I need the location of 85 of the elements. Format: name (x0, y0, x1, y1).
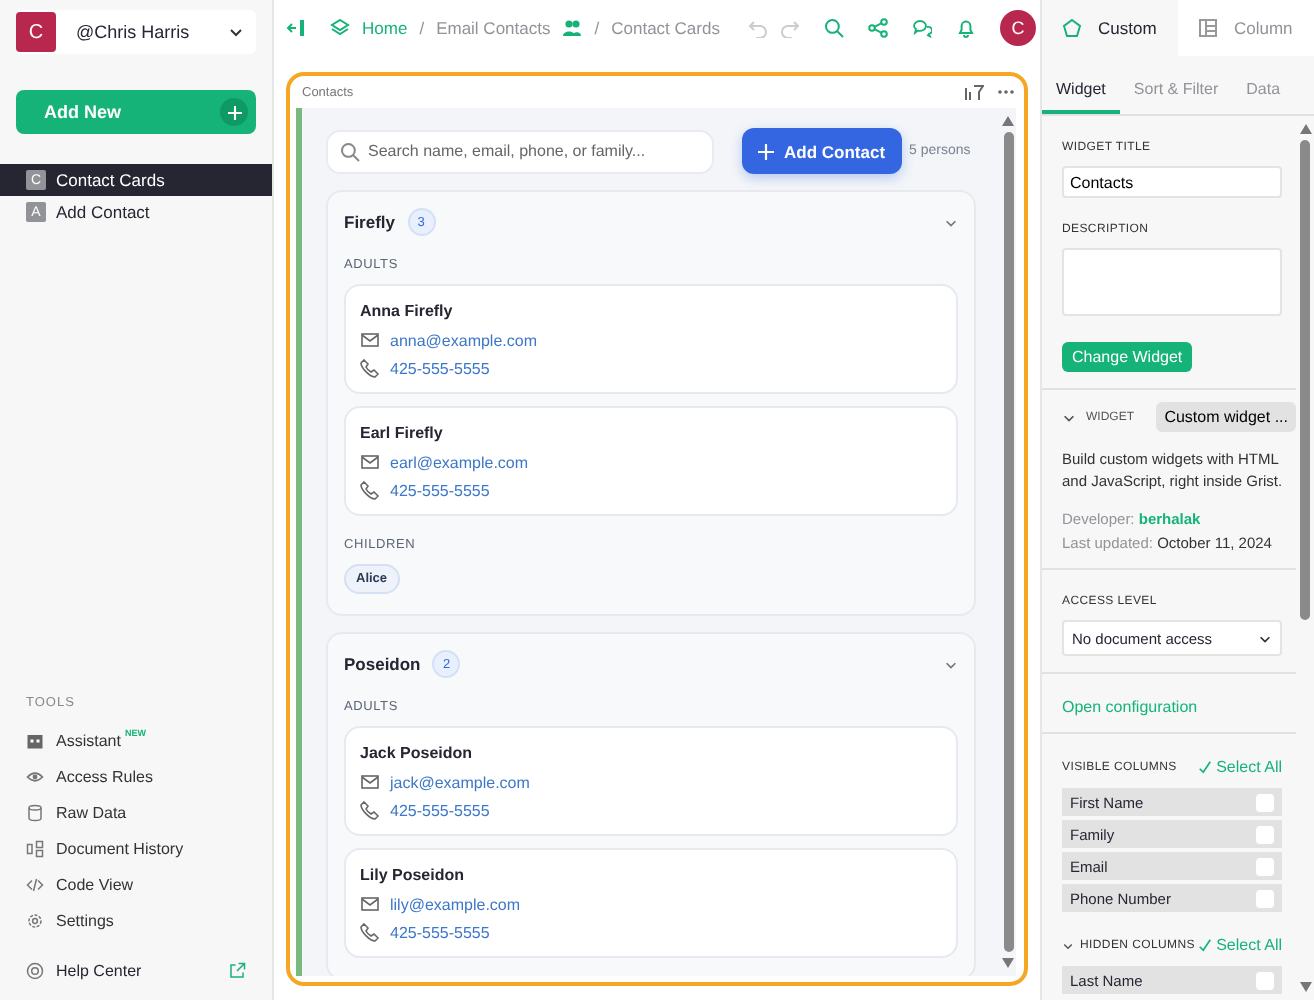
scrollbar-thumb[interactable] (1300, 140, 1310, 620)
plus-icon (758, 143, 774, 159)
tool-item[interactable]: Code View (56, 875, 134, 893)
account-name: @Chris Harris (76, 22, 192, 42)
phone-link[interactable]: 425-555-5555 (390, 923, 490, 941)
phone-link[interactable]: 425-555-5555 (390, 801, 490, 819)
description-field[interactable] (1062, 248, 1282, 316)
envelope-icon (360, 330, 380, 350)
email-link[interactable]: jack@example.com (390, 773, 530, 791)
email-link[interactable]: anna@example.com (390, 331, 537, 349)
phone-icon (360, 922, 380, 942)
family-name: Firefly (344, 212, 396, 232)
chevron-icon[interactable] (1062, 939, 1074, 951)
columns-icon (1198, 18, 1218, 38)
contact-name: Jack Poseidon (360, 744, 475, 762)
tool-item[interactable]: Access Rules (56, 767, 153, 785)
account-avatar: C (16, 12, 56, 52)
robot-icon (26, 731, 44, 749)
scrollbar-thumb[interactable] (1003, 132, 1013, 952)
code-icon (26, 875, 44, 893)
phone-icon (360, 358, 380, 378)
phone-icon (360, 800, 380, 820)
scroll-up-icon[interactable] (1002, 116, 1014, 126)
phone-link[interactable]: 425-555-5555 (390, 359, 490, 377)
checkbox[interactable] (1256, 971, 1274, 989)
tool-item[interactable]: Settings (56, 911, 114, 929)
contact-name: Earl Firefly (360, 424, 445, 442)
phone-icon (360, 480, 380, 500)
sort-filter-icon[interactable] (964, 82, 984, 102)
envelope-icon (360, 772, 380, 792)
user-avatar[interactable]: C (999, 10, 1036, 46)
redo-icon[interactable] (779, 18, 800, 38)
plus-icon (220, 98, 248, 126)
widget-select[interactable]: Custom widget ... (1156, 402, 1296, 432)
family-name: Poseidon (344, 654, 421, 674)
account-selector[interactable]: C @Chris Harris (16, 10, 256, 54)
email-link[interactable]: lily@example.com (390, 895, 521, 913)
external-link-icon (228, 962, 246, 980)
check-icon (1198, 760, 1213, 774)
panel-tab[interactable]: Column (1178, 0, 1314, 56)
envelope-icon (360, 894, 380, 914)
chevron-icon[interactable] (944, 657, 958, 671)
search-field[interactable]: Search name, email, phone, or family... (326, 129, 714, 173)
check-icon (1198, 938, 1213, 952)
search-icon (340, 141, 360, 161)
scroll-down-icon[interactable] (1002, 958, 1014, 968)
comments-icon[interactable] (911, 18, 932, 38)
breadcrumb-item[interactable]: Email Contacts (436, 18, 551, 38)
pentagon-icon (1062, 18, 1082, 38)
history-icon (26, 839, 44, 857)
checkbox[interactable] (1256, 857, 1274, 875)
tool-item[interactable]: Assistant (56, 731, 121, 749)
bell-icon[interactable] (955, 18, 976, 38)
eye-icon (26, 767, 44, 785)
lifebuoy-icon (26, 962, 44, 980)
breadcrumb-item[interactable]: Contact Cards (611, 18, 720, 38)
checkbox[interactable] (1256, 825, 1274, 843)
breadcrumb-separator: / (419, 18, 425, 38)
panel-subtab[interactable]: Widget (1042, 66, 1120, 114)
contact-name: Lily Poseidon (360, 866, 467, 884)
chevron-down-icon (228, 24, 244, 40)
database-icon (26, 803, 44, 821)
checkbox[interactable] (1256, 793, 1274, 811)
email-link[interactable]: earl@example.com (390, 453, 529, 471)
chevron-icon[interactable] (944, 215, 958, 229)
search-icon[interactable] (823, 18, 844, 38)
chevron-down-icon (1258, 631, 1272, 645)
add-contact-button[interactable]: Add Contact (742, 128, 902, 174)
share-icon[interactable] (867, 18, 888, 38)
settings-icon (26, 911, 44, 929)
checkbox[interactable] (1256, 889, 1274, 907)
layers-icon (330, 18, 350, 38)
tool-item[interactable]: Document History (56, 839, 184, 857)
panel-toggle-icon[interactable] (286, 18, 306, 38)
envelope-icon (360, 452, 380, 472)
help-center-link[interactable]: Help Center (56, 962, 216, 980)
people-icon (562, 18, 583, 38)
scroll-down-icon[interactable] (1299, 982, 1311, 992)
contact-name: Anna Firefly (360, 302, 455, 320)
scroll-up-icon[interactable] (1299, 124, 1311, 134)
undo-icon[interactable] (747, 18, 768, 38)
breadcrumb-separator: / (594, 18, 600, 38)
tool-item[interactable]: Raw Data (56, 803, 127, 821)
widget-title-field[interactable]: Contacts (1062, 166, 1282, 198)
phone-link[interactable]: 425-555-5555 (390, 481, 490, 499)
